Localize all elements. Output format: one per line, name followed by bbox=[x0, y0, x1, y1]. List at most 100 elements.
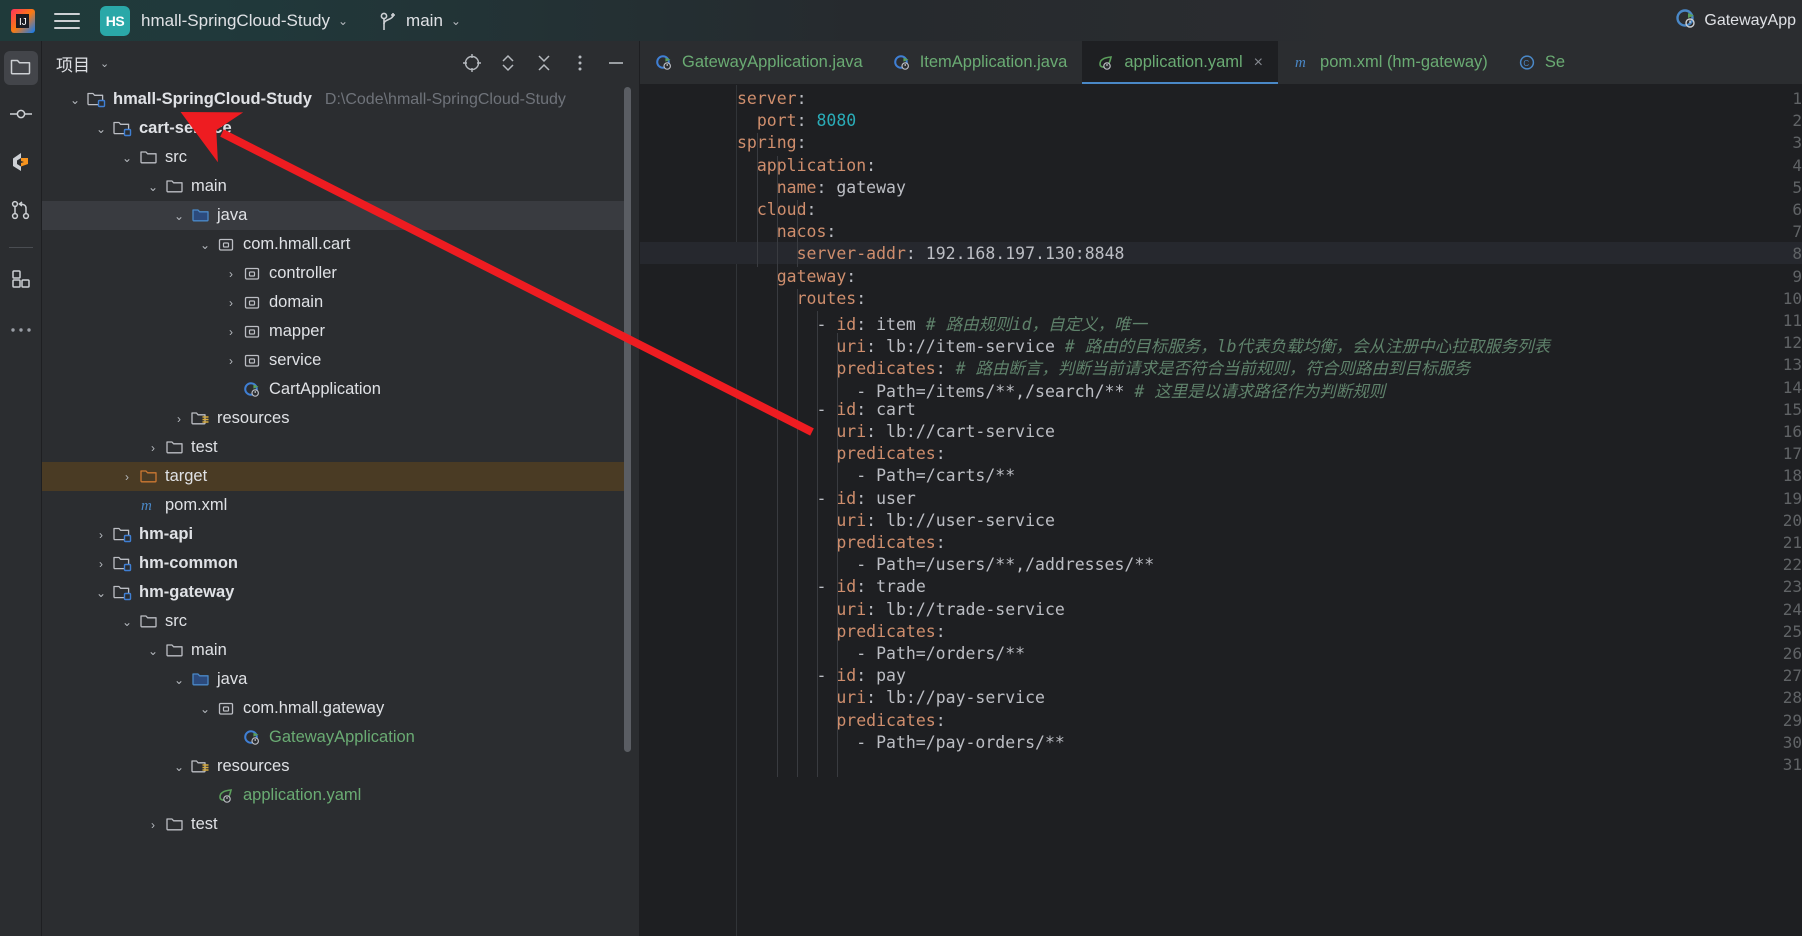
chevron-right-icon[interactable]: › bbox=[116, 470, 138, 484]
tree-node-com-hmall-cart[interactable]: ⌄ com.hmall.cart bbox=[42, 230, 632, 259]
chevron-down-icon[interactable]: ⌄ bbox=[194, 238, 216, 252]
branch-selector[interactable]: main ⌄ bbox=[380, 11, 461, 31]
code-line[interactable]: predicates: bbox=[737, 622, 945, 641]
tree-node-test[interactable]: › test bbox=[42, 433, 632, 462]
tree-node-cartapplication[interactable]: CartApplication bbox=[42, 375, 632, 404]
sidebar-item-commit[interactable] bbox=[4, 99, 38, 133]
code-line[interactable]: - id: pay bbox=[737, 666, 905, 685]
code-line[interactable]: predicates: # 路由断言，判断当前请求是否符合当前规则，符合则路由到… bbox=[737, 355, 1470, 379]
sidebar-item-more[interactable] bbox=[4, 312, 38, 346]
tree-node-domain[interactable]: › domain bbox=[42, 288, 632, 317]
chevron-down-icon[interactable]: ⌄ bbox=[90, 122, 112, 136]
tree-node-pom-xml[interactable]: m pom.xml bbox=[42, 491, 632, 520]
chevron-down-icon[interactable]: ⌄ bbox=[168, 209, 190, 223]
sidebar-item-structure[interactable] bbox=[4, 264, 38, 298]
tab-gateway-application-java[interactable]: GatewayApplication.java bbox=[640, 41, 878, 84]
tab-service-partial[interactable]: C Se bbox=[1503, 41, 1580, 84]
editor-gutter[interactable] bbox=[640, 85, 737, 936]
hide-tool-window-button[interactable] bbox=[599, 46, 633, 80]
code-line[interactable]: predicates: bbox=[737, 711, 945, 730]
main-menu-icon[interactable] bbox=[50, 6, 84, 36]
collapse-all-button[interactable] bbox=[527, 46, 561, 80]
chevron-down-icon[interactable]: ⌄ bbox=[338, 14, 348, 28]
chevron-down-icon[interactable]: ⌄ bbox=[142, 180, 164, 194]
code-line[interactable]: predicates: bbox=[737, 533, 945, 552]
tree-node-java[interactable]: ⌄ java bbox=[42, 665, 632, 694]
chevron-down-icon[interactable]: ⌄ bbox=[116, 615, 138, 629]
tree-node-hm-gateway[interactable]: ⌄ hm-gateway bbox=[42, 578, 632, 607]
chevron-down-icon[interactable]: ⌄ bbox=[90, 586, 112, 600]
expand-collapse-button[interactable] bbox=[491, 46, 525, 80]
tree-node-main[interactable]: ⌄ main bbox=[42, 172, 632, 201]
tree-node-resources[interactable]: › resources bbox=[42, 404, 632, 433]
code-editor[interactable]: 1 server: 2 port: 8080 3 spring: 4 applicatio… bbox=[640, 85, 1802, 936]
chevron-right-icon[interactable]: › bbox=[220, 325, 242, 339]
chevron-down-icon[interactable]: ⌄ bbox=[116, 151, 138, 165]
tree-node-src[interactable]: ⌄ src bbox=[42, 607, 632, 636]
chevron-right-icon[interactable]: › bbox=[220, 296, 242, 310]
tree-node-target[interactable]: › target bbox=[42, 462, 625, 491]
chevron-right-icon[interactable]: › bbox=[168, 412, 190, 426]
code-line[interactable]: spring: bbox=[737, 133, 807, 152]
tree-node-hm-common[interactable]: › hm-common bbox=[42, 549, 632, 578]
chevron-right-icon[interactable]: › bbox=[142, 441, 164, 455]
chevron-right-icon[interactable]: › bbox=[142, 818, 164, 832]
project-panel-title[interactable]: 项目 bbox=[56, 51, 90, 76]
chevron-down-icon[interactable]: ⌄ bbox=[194, 702, 216, 716]
chevron-right-icon[interactable]: › bbox=[90, 528, 112, 542]
code-line[interactable]: - id: trade bbox=[737, 577, 925, 596]
close-icon[interactable]: × bbox=[1254, 54, 1263, 72]
code-line[interactable]: uri: lb://trade-service bbox=[737, 600, 1065, 619]
tree-node-com-hmall-gateway[interactable]: ⌄ com.hmall.gateway bbox=[42, 694, 632, 723]
sidebar-item-project[interactable] bbox=[3, 51, 38, 85]
code-line[interactable]: nacos: bbox=[737, 222, 837, 241]
tree-node-application-yaml[interactable]: application.yaml bbox=[42, 781, 632, 810]
code-line[interactable]: uri: lb://cart-service bbox=[737, 422, 1055, 441]
tree-node-hm-api[interactable]: › hm-api bbox=[42, 520, 632, 549]
code-line[interactable]: - Path=/pay-orders/** bbox=[737, 733, 1065, 752]
code-line[interactable]: - Path=/orders/** bbox=[737, 644, 1025, 663]
project-tree-scrollbar[interactable] bbox=[624, 87, 631, 752]
code-line[interactable]: uri: lb://pay-service bbox=[737, 688, 1045, 707]
chevron-down-icon[interactable]: ⌄ bbox=[168, 673, 190, 687]
tree-node-service[interactable]: › service bbox=[42, 346, 632, 375]
tree-node-java[interactable]: ⌄ java bbox=[42, 201, 625, 230]
code-line[interactable]: - Path=/carts/** bbox=[737, 466, 1015, 485]
tab-item-application-java[interactable]: ItemApplication.java bbox=[878, 41, 1083, 84]
tree-node-gatewayapplication[interactable]: GatewayApplication bbox=[42, 723, 632, 752]
code-line[interactable]: - Path=/users/**,/addresses/** bbox=[737, 555, 1154, 574]
code-line[interactable]: routes: bbox=[737, 289, 867, 308]
tab-application-yaml[interactable]: application.yaml × bbox=[1082, 41, 1279, 84]
tree-node-resources[interactable]: ⌄ resources bbox=[42, 752, 632, 781]
tree-node-main[interactable]: ⌄ main bbox=[42, 636, 632, 665]
code-line[interactable]: - id: cart bbox=[737, 400, 915, 419]
chevron-down-icon[interactable]: ⌄ bbox=[168, 760, 190, 774]
options-button[interactable] bbox=[563, 46, 597, 80]
tree-node-cart-service[interactable]: ⌄ cart-service bbox=[42, 114, 632, 143]
code-line[interactable]: uri: lb://item-service # 路由的目标服务，lb代表负载均… bbox=[737, 333, 1550, 357]
chevron-down-icon[interactable]: ⌄ bbox=[64, 93, 86, 107]
code-line[interactable]: - Path=/items/**,/search/** # 这里是以请求路径作为… bbox=[737, 378, 1385, 402]
tab-pom-xml[interactable]: m pom.xml (hm-gateway) bbox=[1278, 41, 1503, 84]
run-configuration-selector[interactable]: GatewayApp bbox=[1675, 7, 1796, 34]
select-opened-file-button[interactable] bbox=[455, 46, 489, 80]
editor-tab-bar[interactable]: GatewayApplication.java ItemApplication.j… bbox=[640, 41, 1802, 85]
code-line[interactable]: name: gateway bbox=[737, 178, 906, 197]
code-line[interactable]: uri: lb://user-service bbox=[737, 511, 1055, 530]
tree-node-src[interactable]: ⌄ src bbox=[42, 143, 632, 172]
code-line[interactable]: server-addr: 192.168.197.130:8848 bbox=[737, 244, 1125, 263]
sidebar-item-ai-assistant[interactable] bbox=[4, 147, 38, 181]
project-tree[interactable]: ⌄ hmall-SpringCloud-Study D:\Code\hmall-Sp… bbox=[42, 85, 632, 936]
code-line[interactable]: port: 8080 bbox=[737, 111, 856, 130]
chevron-right-icon[interactable]: › bbox=[90, 557, 112, 571]
tree-node-mapper[interactable]: › mapper bbox=[42, 317, 632, 346]
tree-node-hmall-springcloud-study[interactable]: ⌄ hmall-SpringCloud-Study D:\Code\hmall-Sp… bbox=[42, 85, 632, 114]
code-line[interactable]: - id: item # 路由规则id，自定义，唯一 bbox=[737, 311, 1147, 335]
chevron-down-icon[interactable]: ⌄ bbox=[100, 57, 109, 70]
chevron-right-icon[interactable]: › bbox=[220, 354, 242, 368]
code-line[interactable]: server: bbox=[737, 89, 807, 108]
chevron-down-icon[interactable]: ⌄ bbox=[142, 644, 164, 658]
code-line[interactable]: - id: user bbox=[737, 489, 915, 508]
chevron-right-icon[interactable]: › bbox=[220, 267, 242, 281]
code-line[interactable]: predicates: bbox=[737, 444, 945, 463]
